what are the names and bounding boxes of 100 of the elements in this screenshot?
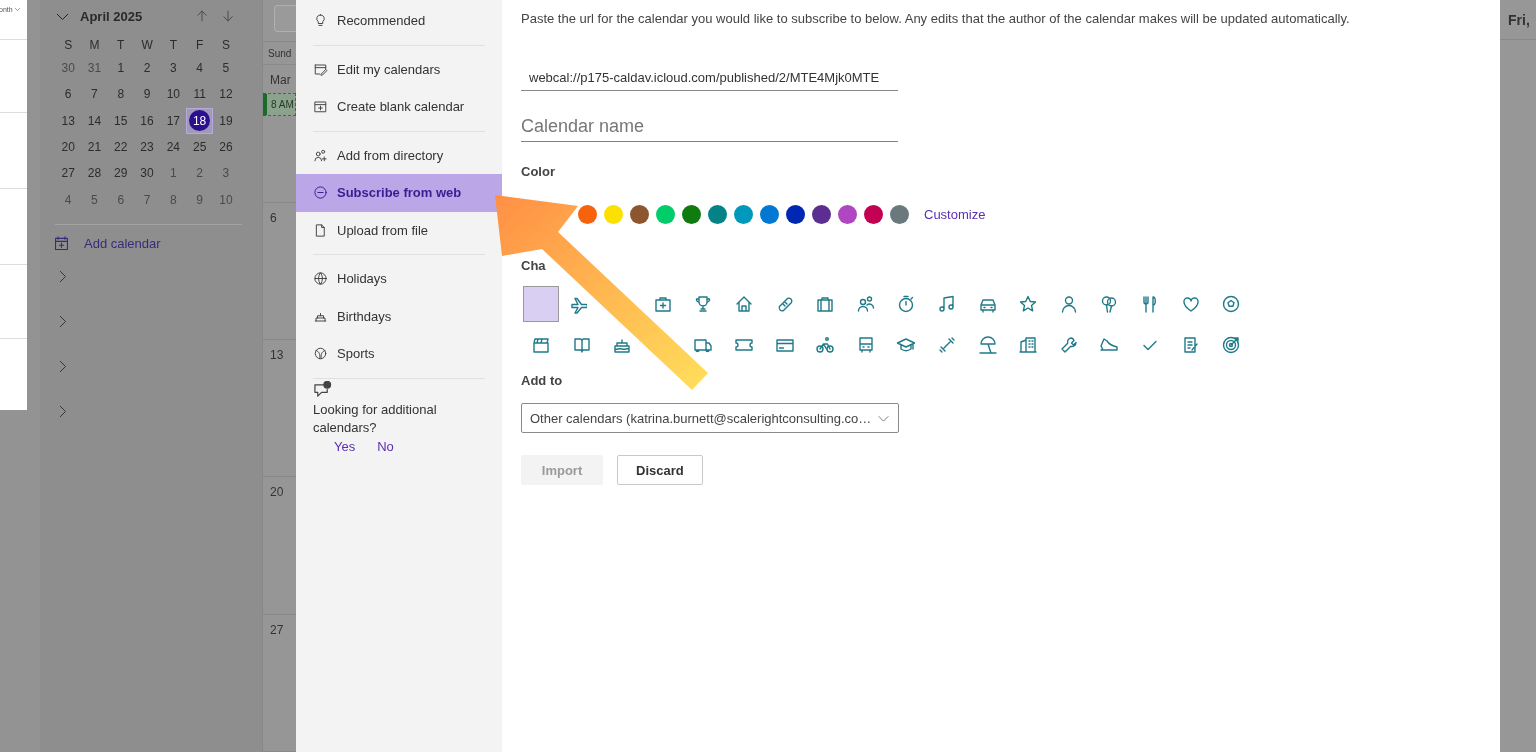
calendar-day[interactable]: 3 <box>160 55 187 82</box>
nav-item[interactable]: Create blank calendar <box>296 88 502 126</box>
calendar-day[interactable]: 18 <box>186 107 213 134</box>
day-header: Fri, <box>1500 0 1536 40</box>
nav-item[interactable]: Add from directory <box>296 136 502 174</box>
month-title: April 2025 <box>80 8 144 24</box>
edit-calendar-icon <box>313 61 328 77</box>
calendar-day[interactable]: 24 <box>160 133 187 161</box>
calendar-day[interactable]: 13 <box>55 107 82 134</box>
calendar-day[interactable]: 28 <box>81 160 108 187</box>
date-label: 27 <box>270 622 284 637</box>
calendar-event[interactable]: 8 AM <box>263 93 296 117</box>
calendar-day[interactable]: 30 <box>55 55 82 82</box>
color-swatch[interactable] <box>656 204 675 224</box>
beach-umbrella-icon <box>977 335 998 355</box>
weekday-label: W <box>140 37 154 54</box>
calendar-day[interactable]: 5 <box>212 55 240 82</box>
color-swatch[interactable] <box>578 204 597 224</box>
calendar-day[interactable]: 8 <box>160 186 187 213</box>
calendar-dropdown[interactable]: Other calendars (katrina.burnett@scalerightconsulting.co… <box>521 403 900 433</box>
calendar-day[interactable]: 29 <box>107 160 134 187</box>
color-swatch[interactable] <box>708 204 727 224</box>
color-swatch[interactable] <box>604 204 623 224</box>
calendar-day[interactable]: 1 <box>160 160 187 187</box>
weekday-label: T <box>116 37 126 54</box>
date-label: 6 <box>270 210 277 225</box>
url-field[interactable]: webcal://p175-caldav.icloud.com/published/2/MTE4Mjk0MTE <box>521 65 898 91</box>
charm-label: Cha <box>521 258 547 273</box>
discard-button[interactable]: Discard <box>617 455 703 485</box>
calendar-day[interactable]: 9 <box>133 81 161 108</box>
nav-item[interactable]: Holidays <box>296 260 502 298</box>
minus-circle-icon <box>313 185 328 201</box>
charm-swatch[interactable] <box>523 286 559 322</box>
customize-link[interactable]: Customize <box>924 206 986 222</box>
calendar-day[interactable]: 17 <box>160 107 187 134</box>
nav-item[interactable]: Sports <box>296 335 502 373</box>
calendar-day[interactable]: 9 <box>186 186 213 213</box>
calendar-day[interactable]: 4 <box>186 55 213 82</box>
calendar-day[interactable]: 27 <box>55 160 82 187</box>
calendar-day[interactable]: 2 <box>133 55 161 82</box>
calendar-day[interactable]: 3 <box>212 160 240 187</box>
arrow-down-icon[interactable] <box>221 9 235 23</box>
color-swatch[interactable] <box>630 204 649 224</box>
color-label: Color <box>521 164 556 179</box>
calendar-day[interactable]: 8 <box>107 81 134 108</box>
nav-item[interactable]: Birthdays <box>296 297 502 335</box>
calendar-day[interactable]: 11 <box>186 81 213 108</box>
calendar-day[interactable]: 7 <box>133 186 161 213</box>
calendar-day[interactable]: 10 <box>212 186 240 213</box>
nav-item[interactable]: Recommended <box>296 2 502 40</box>
nav-item[interactable]: Edit my calendars <box>296 50 502 88</box>
calendar-day[interactable]: 31 <box>81 55 108 82</box>
calendar-day[interactable]: 23 <box>133 133 161 161</box>
calendar-day[interactable]: 22 <box>107 133 134 161</box>
calendar-day[interactable]: 7 <box>81 81 108 108</box>
arrow-up-icon[interactable] <box>195 9 209 23</box>
calendar-day[interactable]: 14 <box>81 107 108 134</box>
feedback-question: Looking for additional calendars? <box>313 400 438 437</box>
calendar-day[interactable]: 6 <box>107 186 134 213</box>
color-swatch[interactable] <box>734 204 753 224</box>
calendar-day[interactable]: 10 <box>160 81 187 108</box>
nav-item[interactable]: Subscribe from web <box>296 174 502 212</box>
target-icon <box>1221 335 1242 355</box>
calendar-day[interactable]: 21 <box>81 133 108 161</box>
date-label: Mar <box>270 73 291 88</box>
medical-kit-icon <box>652 294 673 314</box>
weekday-label: S <box>220 37 231 54</box>
calendar-day[interactable]: 16 <box>133 107 161 134</box>
calendar-day[interactable]: 5 <box>81 186 108 213</box>
color-swatch[interactable] <box>682 204 701 224</box>
star-icon <box>1018 294 1039 314</box>
color-swatch[interactable] <box>890 204 909 224</box>
nav-item[interactable]: Upload from file <box>296 211 502 249</box>
weekday-label: F <box>194 37 205 54</box>
color-swatch[interactable] <box>760 204 779 224</box>
calendar-day[interactable]: 25 <box>186 133 213 161</box>
chevron-down-icon[interactable] <box>13 6 21 13</box>
calendar-day[interactable]: 6 <box>55 81 82 108</box>
yes-link[interactable]: Yes <box>334 438 356 454</box>
weekday-label: S <box>63 37 74 54</box>
book-icon <box>571 335 592 355</box>
ball-icon <box>313 346 328 362</box>
color-swatch[interactable] <box>812 204 831 224</box>
calendar-day[interactable]: 20 <box>55 133 82 161</box>
calendar-day[interactable]: 26 <box>212 133 240 161</box>
calendar-day[interactable]: 2 <box>186 160 213 187</box>
no-link[interactable]: No <box>377 438 394 454</box>
add-calendar-link[interactable]: Add calendar <box>55 233 262 254</box>
color-swatch[interactable] <box>786 204 805 224</box>
color-swatch[interactable] <box>864 204 883 224</box>
description-text: Paste the url for the calendar you would like to subscribe to below. Any edits that the author of the calendar makes will be updated automatically. <box>521 10 1351 28</box>
color-swatch[interactable] <box>838 204 857 224</box>
calendar-day[interactable]: 15 <box>107 107 134 134</box>
calendar-day[interactable]: 4 <box>55 186 82 213</box>
briefcase-icon <box>815 294 836 314</box>
calendar-day[interactable]: 30 <box>133 160 161 187</box>
weekday-label: M <box>88 37 101 54</box>
calendar-day[interactable]: 1 <box>107 55 134 82</box>
calendar-day[interactable]: 19 <box>212 107 240 134</box>
calendar-day[interactable]: 12 <box>212 81 240 108</box>
